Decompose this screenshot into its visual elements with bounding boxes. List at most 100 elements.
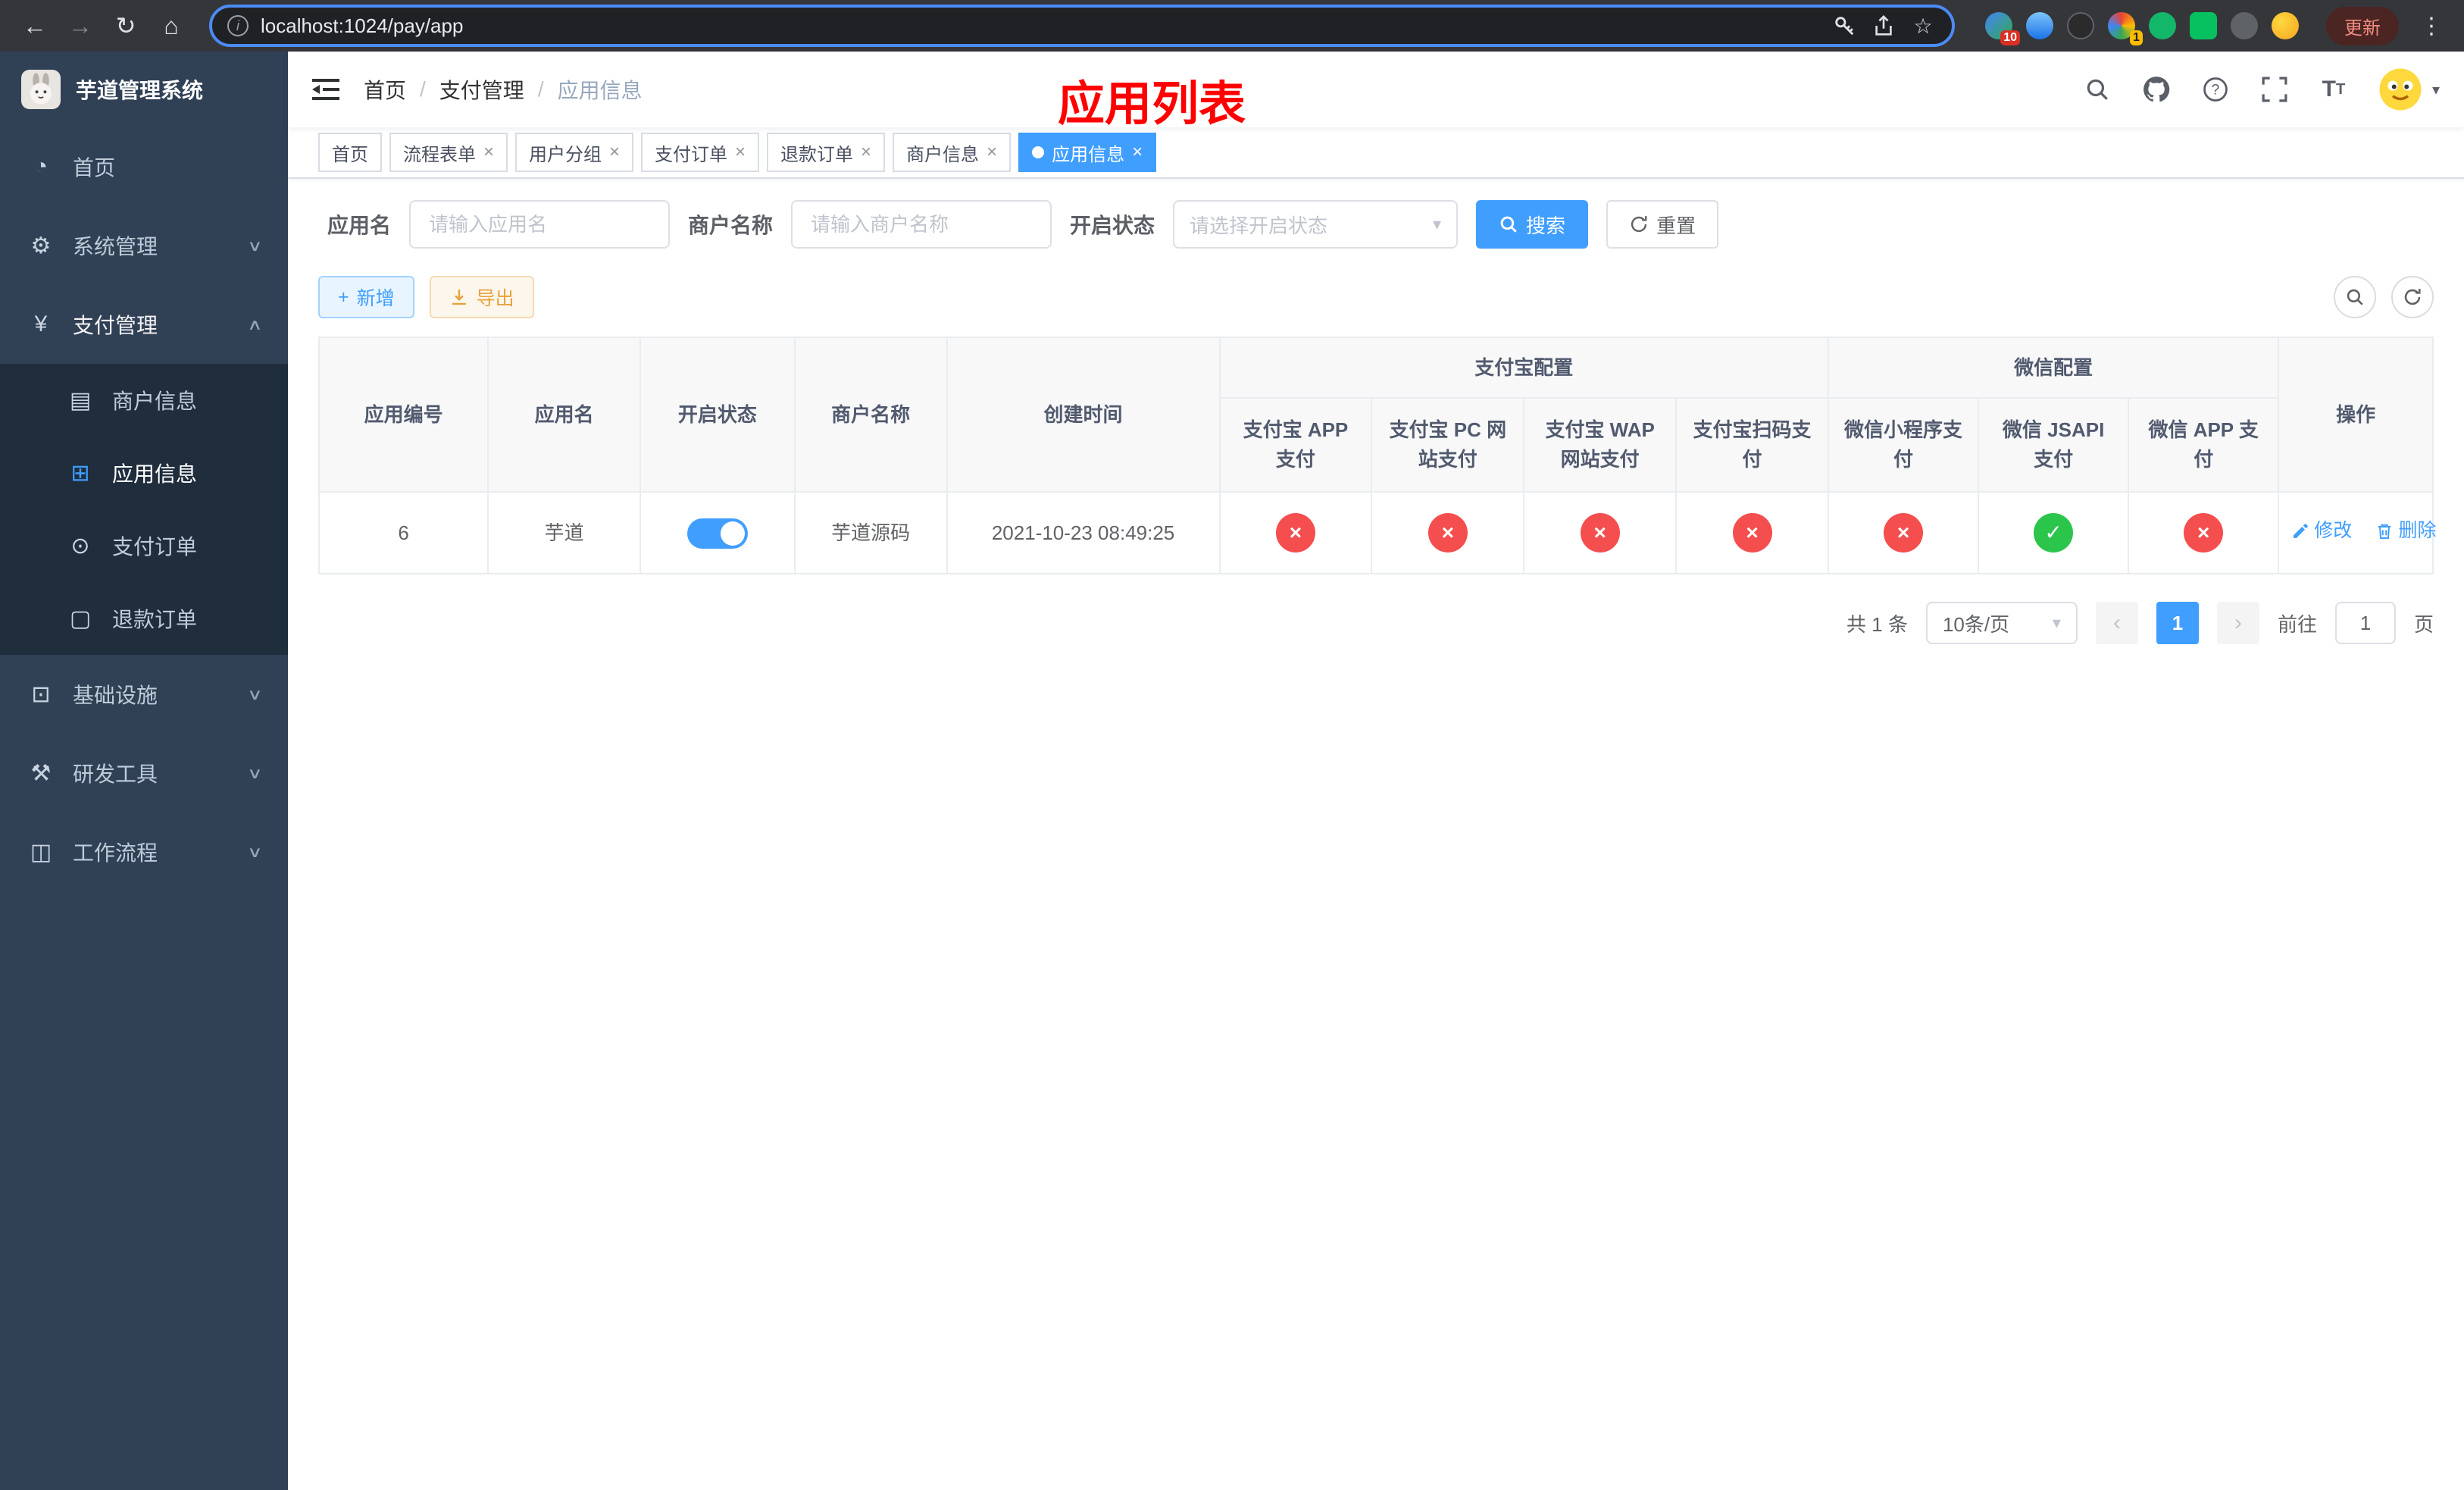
browser-menu-icon[interactable]: ⋮: [2414, 13, 2449, 39]
pencil-icon: [2294, 524, 2308, 538]
github-icon[interactable]: [2141, 74, 2172, 105]
extension-icon-2[interactable]: [2026, 12, 2053, 39]
tab-home[interactable]: 首页: [318, 133, 382, 172]
chevron-down-icon: ▾: [2052, 613, 2061, 632]
sidebar-item-workflow[interactable]: ◫ 工作流程 ∨: [0, 812, 288, 891]
next-page-button[interactable]: ›: [2216, 602, 2259, 644]
breadcrumb-payment[interactable]: 支付管理: [439, 74, 524, 105]
sidebar-item-devtools[interactable]: ⚒ 研发工具 ∨: [0, 734, 288, 812]
svg-text:?: ?: [2212, 82, 2220, 98]
url-text[interactable]: localhost:1024/pay/app: [261, 14, 463, 38]
chevron-down-icon: ∨: [247, 237, 263, 255]
extension-icon-8[interactable]: [2272, 12, 2299, 39]
monitor-icon: ⊡: [31, 681, 51, 707]
address-bar[interactable]: i localhost:1024/pay/app ☆: [209, 5, 1955, 47]
col-group-alipay: 支付宝配置: [1218, 337, 1829, 399]
alipay-pc-status-icon: ×: [1427, 513, 1468, 552]
sidebar-item-home[interactable]: ◔ 首页: [0, 127, 288, 206]
sidebar-item-payment[interactable]: ¥ 支付管理 ∧: [0, 285, 288, 364]
password-key-icon[interactable]: [1831, 12, 1858, 39]
col-alipay-pc: 支付宝 PC 网站支付: [1371, 397, 1525, 493]
tab-app-info[interactable]: 应用信息 ×: [1018, 133, 1157, 172]
refresh-table-button[interactable]: [2391, 276, 2434, 318]
extension-icon-1[interactable]: 10: [1985, 12, 2020, 45]
bookmark-star-icon[interactable]: ☆: [1909, 12, 1937, 39]
cell-actions: 修改 删除: [2278, 491, 2437, 574]
extension-icon-6[interactable]: [2190, 12, 2217, 39]
tab-close-icon[interactable]: ×: [861, 143, 871, 161]
site-info-icon[interactable]: i: [227, 15, 249, 36]
page-size-select[interactable]: 10条/页 ▾: [1925, 602, 2078, 644]
page-annotation: 应用列表: [1058, 78, 1246, 130]
sidebar-item-refund-order[interactable]: ▢ 退款订单: [0, 582, 288, 655]
yen-icon: ¥: [34, 311, 48, 337]
merchant-name-input[interactable]: [791, 200, 1052, 249]
tab-close-icon[interactable]: ×: [987, 143, 997, 161]
tab-user-group[interactable]: 用户分组 ×: [515, 133, 634, 172]
avatar: [2379, 68, 2422, 111]
status-toggle[interactable]: [686, 518, 748, 549]
tab-close-icon[interactable]: ×: [1132, 143, 1143, 161]
cell-app-name: 芋道: [487, 491, 642, 574]
tools-icon: ⚒: [30, 760, 52, 786]
fullscreen-icon[interactable]: [2259, 74, 2290, 105]
browser-toolbar: ← → ↻ ⌂ i localhost:1024/pay/app ☆ 10 1 …: [0, 0, 2464, 52]
credit-card-icon: ▤: [69, 387, 92, 413]
goto-page-input[interactable]: [2334, 602, 2396, 644]
breadcrumb-home[interactable]: 首页: [364, 74, 406, 105]
back-icon[interactable]: ←: [15, 6, 55, 45]
search-icon[interactable]: [2082, 74, 2112, 105]
help-icon[interactable]: ?: [2200, 74, 2231, 105]
tab-pay-order[interactable]: 支付订单 ×: [641, 133, 760, 172]
tab-process-form[interactable]: 流程表单 ×: [389, 133, 508, 172]
col-wechat-mini: 微信小程序支付: [1827, 397, 1980, 493]
tab-close-icon[interactable]: ×: [609, 143, 620, 161]
extension-icon-4[interactable]: 1: [2108, 12, 2143, 45]
sidebar-item-pay-order[interactable]: ⊙ 支付订单: [0, 509, 288, 582]
extension-badge: 10: [2000, 30, 2020, 45]
col-alipay-app: 支付宝 APP 支付: [1218, 397, 1373, 493]
browser-update-button[interactable]: 更新: [2326, 6, 2399, 45]
extension-icon-7[interactable]: [2231, 12, 2258, 39]
header-actions: ? TT ▾: [2082, 67, 2440, 112]
export-button[interactable]: 导出: [429, 276, 534, 318]
user-menu[interactable]: ▾: [2378, 67, 2440, 112]
reload-icon[interactable]: ↻: [106, 6, 145, 45]
chevron-down-icon: ∨: [247, 844, 263, 861]
breadcrumb: 首页 / 支付管理 / 应用信息: [364, 74, 643, 105]
reset-button[interactable]: 重置: [1606, 200, 1719, 249]
extension-icon-3[interactable]: [2067, 12, 2094, 39]
tab-close-icon[interactable]: ×: [483, 143, 494, 161]
goto-suffix-label: 页: [2413, 612, 2434, 636]
forward-icon[interactable]: →: [61, 6, 100, 45]
extensions-strip: 10 1: [1973, 12, 2311, 45]
sidebar-item-infrastructure[interactable]: ⊡ 基础设施 ∨: [0, 655, 288, 734]
delete-link[interactable]: 删除: [2375, 517, 2437, 546]
extension-icon-5[interactable]: [2149, 12, 2176, 39]
show-search-button[interactable]: [2334, 276, 2376, 318]
sidebar-item-app-info[interactable]: ⊞ 应用信息: [0, 437, 288, 509]
tab-close-icon[interactable]: ×: [735, 143, 746, 161]
font-size-icon[interactable]: TT: [2319, 74, 2349, 105]
tab-merchant-info[interactable]: 商户信息 ×: [893, 133, 1012, 172]
collapse-menu-icon[interactable]: [312, 79, 339, 100]
caret-down-icon: ▾: [2431, 81, 2440, 99]
goto-label: 前往: [2277, 612, 2317, 636]
share-icon[interactable]: [1870, 12, 1897, 39]
chevron-down-icon: ∨: [247, 765, 263, 782]
briefcase-icon: ◫: [30, 839, 52, 865]
tab-refund-order[interactable]: 退款订单 ×: [767, 133, 886, 172]
col-created: 创建时间: [946, 337, 1221, 493]
add-button[interactable]: + 新增: [318, 276, 414, 318]
current-page-button[interactable]: 1: [2156, 602, 2199, 644]
sidebar-item-system[interactable]: ⚙ 系统管理 ∨: [0, 206, 288, 285]
search-button[interactable]: 搜索: [1476, 200, 1589, 249]
prev-page-button[interactable]: ‹: [2095, 602, 2138, 644]
edit-link[interactable]: 修改: [2291, 517, 2352, 546]
app-name-input[interactable]: [409, 200, 671, 249]
filter-form: 应用名 商户名称 开启状态 请选择开启状态 ▾ 搜索 重置: [327, 200, 2434, 249]
pagination: 共 1 条 10条/页 ▾ ‹ 1 › 前往 页: [318, 602, 2434, 681]
home-icon[interactable]: ⌂: [152, 6, 191, 45]
status-select[interactable]: 请选择开启状态 ▾: [1173, 200, 1459, 249]
sidebar-item-merchant-info[interactable]: ▤ 商户信息: [0, 364, 288, 437]
